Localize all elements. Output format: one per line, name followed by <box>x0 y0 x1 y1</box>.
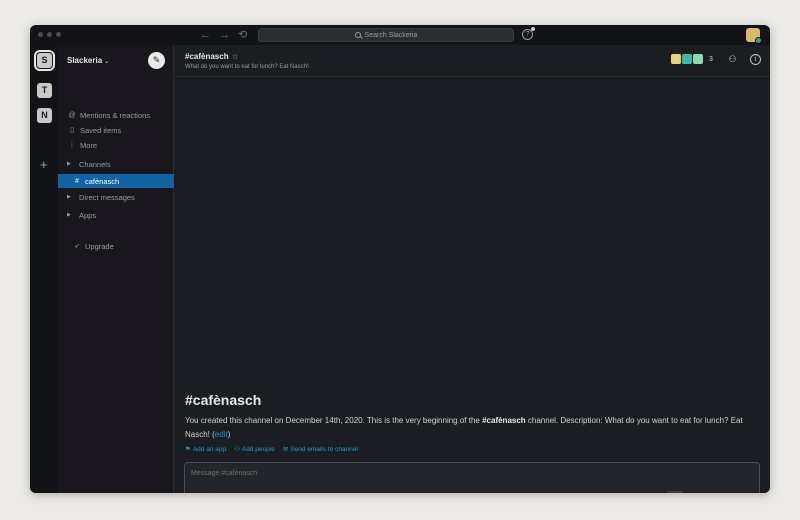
member-avatar <box>682 54 692 64</box>
member-avatar <box>693 54 703 64</box>
intro-title: #cafènasch <box>185 392 262 408</box>
window-controls[interactable] <box>38 32 61 37</box>
sidebar: Slackeria ⌄ ✎ @ Mentions & reactions ▯ Sa… <box>58 45 174 493</box>
caret-right-icon: ▶ <box>67 212 71 218</box>
workspace-n[interactable]: N <box>37 108 52 123</box>
rocket-icon: ➶ <box>74 243 80 250</box>
person-icon: ⚇ <box>234 446 240 453</box>
app-icon: ⚑ <box>185 446 191 453</box>
caret-right-icon: ▶ <box>67 194 71 200</box>
minimize-window-dot[interactable] <box>47 32 52 37</box>
edit-link[interactable]: edit <box>215 430 228 439</box>
member-avatars[interactable]: 3 <box>671 54 713 64</box>
add-workspace-icon[interactable]: + <box>40 158 48 171</box>
formatting-toggle-button[interactable]: Aa <box>667 491 683 493</box>
channel-mention[interactable]: #cafènasch <box>482 416 526 425</box>
member-count: 3 <box>709 55 713 63</box>
sidebar-item-saved[interactable]: ▯ Saved items <box>58 123 174 137</box>
search-placeholder: Search Slackeria <box>364 31 418 39</box>
history-nav: ← → ⟲ <box>200 28 247 42</box>
sidebar-item-cafenasch[interactable]: # cafènasch <box>58 174 174 188</box>
member-avatar <box>671 54 681 64</box>
sidebar-section-channels[interactable]: ▶ Channels <box>58 157 174 171</box>
close-window-dot[interactable] <box>38 32 43 37</box>
compose-button[interactable]: ✎ <box>148 52 165 69</box>
sidebar-item-more[interactable]: ⋮ More <box>58 138 174 152</box>
channel-title[interactable]: #cafènasch ☆ <box>185 52 239 61</box>
workspace-name[interactable]: Slackeria ⌄ <box>67 56 109 65</box>
bookmark-icon: ▯ <box>70 127 74 134</box>
star-icon[interactable]: ☆ <box>232 52 239 61</box>
caret-right-icon: ▶ <box>67 161 71 167</box>
toolbar-right: Aa @ ☺ ⌀ ➤ <box>667 490 753 493</box>
add-member-icon[interactable]: ⚇ <box>727 54 738 65</box>
title-bar: ← → ⟲ Search Slackeria ? <box>30 25 770 45</box>
user-avatar[interactable] <box>746 28 762 44</box>
sidebar-section-direct-messages[interactable]: ▶ Direct messages <box>58 190 174 204</box>
sidebar-item-mentions[interactable]: @ Mentions & reactions <box>58 108 174 122</box>
at-icon: @ <box>68 111 76 119</box>
forward-arrow-icon[interactable]: → <box>219 28 230 42</box>
toolbar-divider <box>211 492 212 493</box>
info-icon[interactable]: i <box>750 54 761 65</box>
workspace-t[interactable]: T <box>37 83 52 98</box>
message-composer: Message #cafènasch ϟ B I S ‹/› ⛓ ≡ ☰ ⇥ ▭… <box>184 462 760 493</box>
add-people-link[interactable]: ⚇ Add people <box>234 445 275 453</box>
channel-view: #cafènasch ☆ What do you want to eat for … <box>175 45 770 493</box>
hash-icon: # <box>75 177 79 185</box>
history-icon[interactable]: ⟲ <box>238 28 247 42</box>
add-app-link[interactable]: ⚑ Add an app <box>185 445 226 453</box>
workspace-s[interactable]: S <box>34 50 55 71</box>
sidebar-section-apps[interactable]: ▶ Apps <box>58 208 174 222</box>
channel-topic[interactable]: What do you want to eat for lunch? Eat N… <box>185 64 309 70</box>
channel-actions: ⚑ Add an app ⚇ Add people ✉ Send emails to … <box>185 445 358 453</box>
more-vertical-icon: ⋮ <box>68 142 76 149</box>
app-window: ← → ⟲ Search Slackeria ? S T N + Slacker… <box>30 25 770 493</box>
message-input[interactable]: Message #cafènasch <box>191 470 257 477</box>
notification-dot <box>531 27 535 31</box>
chevron-down-icon: ⌄ <box>104 59 110 65</box>
channel-header: #cafènasch ☆ What do you want to eat for … <box>175 45 770 77</box>
search-icon <box>354 32 361 38</box>
send-emails-link[interactable]: ✉ Send emails to channel <box>283 445 358 453</box>
formatting-toolbar: ϟ B I S ‹/› ⛓ ≡ ☰ ⇥ ▭ Aa @ ☺ ⌀ ➤ <box>191 490 753 493</box>
maximize-window-dot[interactable] <box>56 32 61 37</box>
email-icon: ✉ <box>282 446 289 453</box>
sidebar-item-upgrade[interactable]: ➶ Upgrade <box>58 239 174 253</box>
search-bar[interactable]: Search Slackeria <box>258 28 514 42</box>
back-arrow-icon[interactable]: ← <box>200 28 211 42</box>
intro-description: You created this channel on December 14t… <box>185 416 743 439</box>
workspace-rail: S T N + <box>30 45 58 493</box>
